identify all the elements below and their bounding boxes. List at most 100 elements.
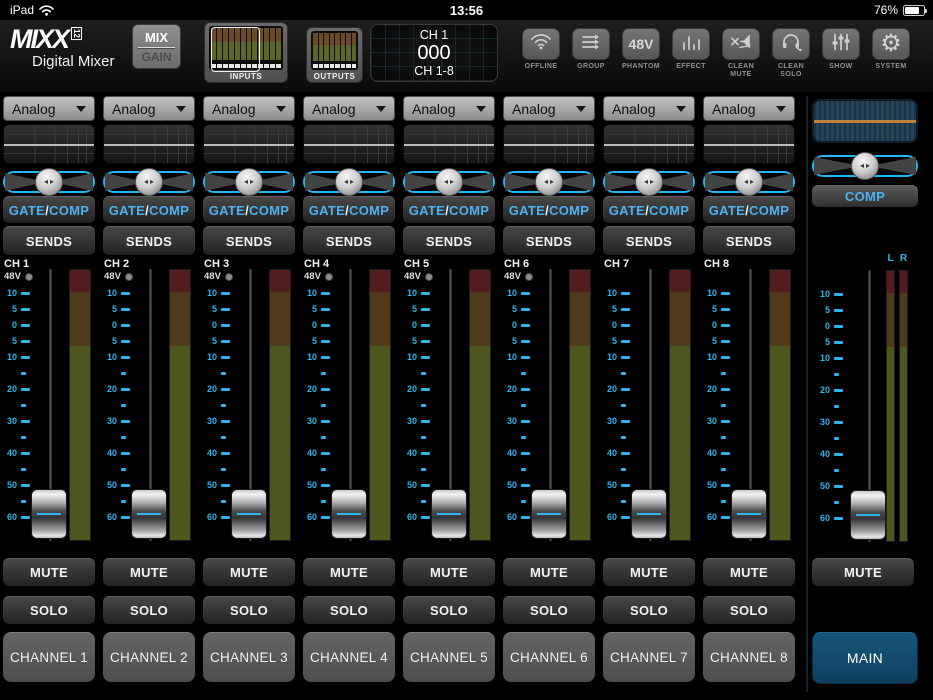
eq-curve-thumbnail[interactable] <box>3 124 95 164</box>
input-source-select[interactable]: Analog <box>103 96 195 121</box>
master-pan-knob[interactable]: ◂▸ <box>851 152 879 180</box>
main-select-button[interactable]: MAIN <box>812 632 918 684</box>
mute-button[interactable]: MUTE <box>3 558 95 586</box>
mute-button[interactable]: MUTE <box>403 558 495 586</box>
master-mute-button[interactable]: MUTE <box>812 558 914 586</box>
scale-tick: 0 <box>303 317 330 333</box>
pan-knob[interactable]: ◂▸ <box>35 168 63 196</box>
pan-control[interactable]: ◂▸ <box>503 171 595 193</box>
input-source-select[interactable]: Analog <box>703 96 795 121</box>
fader-handle[interactable] <box>631 489 667 539</box>
channel-select-button[interactable]: CHANNEL 4 <box>303 632 395 682</box>
fader-handle[interactable] <box>731 489 767 539</box>
mute-button[interactable]: MUTE <box>103 558 195 586</box>
fader-handle[interactable] <box>431 489 467 539</box>
solo-button[interactable]: SOLO <box>103 596 195 624</box>
mute-button[interactable]: MUTE <box>303 558 395 586</box>
pan-control[interactable]: ◂▸ <box>203 171 295 193</box>
inputs-overview-panel[interactable]: INPUTS <box>204 22 288 83</box>
fader-handle[interactable] <box>131 489 167 539</box>
pan-control[interactable]: ◂▸ <box>703 171 795 193</box>
channel-select-button[interactable]: CHANNEL 3 <box>203 632 295 682</box>
gate-comp-button[interactable]: GATE/COMP <box>103 196 195 223</box>
channel-select-button[interactable]: CHANNEL 6 <box>503 632 595 682</box>
gate-comp-button[interactable]: GATE/COMP <box>203 196 295 223</box>
input-source-select[interactable]: Analog <box>603 96 695 121</box>
pan-control[interactable]: ◂▸ <box>303 171 395 193</box>
gate-comp-button[interactable]: GATE/COMP <box>303 196 395 223</box>
mute-button[interactable]: MUTE <box>703 558 795 586</box>
pan-knob[interactable]: ◂▸ <box>635 168 663 196</box>
solo-button[interactable]: SOLO <box>403 596 495 624</box>
solo-button[interactable]: SOLO <box>703 596 795 624</box>
eq-curve-thumbnail[interactable] <box>203 124 295 164</box>
input-source-select[interactable]: Analog <box>203 96 295 121</box>
eq-curve-thumbnail[interactable] <box>303 124 395 164</box>
eq-curve-thumbnail[interactable] <box>403 124 495 164</box>
channel-select-button[interactable]: CHANNEL 7 <box>603 632 695 682</box>
group-button[interactable]: GROUP <box>572 28 610 79</box>
channel-select-button[interactable]: CHANNEL 5 <box>403 632 495 682</box>
sends-button[interactable]: SENDS <box>403 226 495 255</box>
pan-knob[interactable]: ◂▸ <box>535 168 563 196</box>
pan-knob[interactable]: ◂▸ <box>135 168 163 196</box>
effect-button[interactable]: EFFECT <box>672 28 710 79</box>
mute-button[interactable]: MUTE <box>603 558 695 586</box>
solo-button[interactable]: SOLO <box>603 596 695 624</box>
input-source-select[interactable]: Analog <box>3 96 95 121</box>
master-comp-button[interactable]: COMP <box>812 185 918 207</box>
sends-button[interactable]: SENDS <box>503 226 595 255</box>
sends-button[interactable]: SENDS <box>203 226 295 255</box>
show-button[interactable]: SHOW <box>822 28 860 79</box>
pan-knob[interactable]: ◂▸ <box>235 168 263 196</box>
gate-comp-button[interactable]: GATE/COMP <box>703 196 795 223</box>
input-source-select[interactable]: Analog <box>303 96 395 121</box>
pan-control[interactable]: ◂▸ <box>403 171 495 193</box>
channel-select-button[interactable]: CHANNEL 1 <box>3 632 95 682</box>
channel-select-button[interactable]: CHANNEL 8 <box>703 632 795 682</box>
eq-curve-thumbnail[interactable] <box>503 124 595 164</box>
pan-control[interactable]: ◂▸ <box>603 171 695 193</box>
pan-knob[interactable]: ◂▸ <box>335 168 363 196</box>
clean-mute-button[interactable]: CLEAN MUTE <box>722 28 760 79</box>
sends-button[interactable]: SENDS <box>103 226 195 255</box>
pan-knob[interactable]: ◂▸ <box>735 168 763 196</box>
mute-button[interactable]: MUTE <box>503 558 595 586</box>
gate-comp-button[interactable]: GATE/COMP <box>603 196 695 223</box>
input-source-select[interactable]: Analog <box>503 96 595 121</box>
solo-button[interactable]: SOLO <box>203 596 295 624</box>
fader-handle[interactable] <box>331 489 367 539</box>
chevron-down-icon <box>276 106 286 112</box>
system-button[interactable]: ⚙ SYSTEM <box>872 28 910 79</box>
graphic-eq-thumbnail[interactable] <box>812 99 918 143</box>
sends-button[interactable]: SENDS <box>303 226 395 255</box>
pan-knob[interactable]: ◂▸ <box>435 168 463 196</box>
gate-comp-button[interactable]: GATE/COMP <box>403 196 495 223</box>
gate-comp-button[interactable]: GATE/COMP <box>3 196 95 223</box>
mute-button[interactable]: MUTE <box>203 558 295 586</box>
gate-comp-button[interactable]: GATE/COMP <box>503 196 595 223</box>
outputs-overview-panel[interactable]: OUTPUTS <box>306 27 363 83</box>
master-pan-control[interactable]: ◂▸ <box>812 155 918 177</box>
solo-button[interactable]: SOLO <box>3 596 95 624</box>
sends-button[interactable]: SENDS <box>603 226 695 255</box>
fader-handle[interactable] <box>531 489 567 539</box>
fader-handle[interactable] <box>31 489 67 539</box>
input-source-select[interactable]: Analog <box>403 96 495 121</box>
pan-control[interactable]: ◂▸ <box>103 171 195 193</box>
offline-button[interactable]: OFFLINE <box>522 28 560 79</box>
eq-curve-thumbnail[interactable] <box>703 124 795 164</box>
mix-gain-toggle[interactable]: MIX GAIN <box>132 24 181 69</box>
fader-handle[interactable] <box>231 489 267 539</box>
master-fader-handle[interactable] <box>850 490 886 540</box>
clean-solo-button[interactable]: CLEAN SOLO <box>772 28 810 79</box>
solo-button[interactable]: SOLO <box>503 596 595 624</box>
sends-button[interactable]: SENDS <box>3 226 95 255</box>
sends-button[interactable]: SENDS <box>703 226 795 255</box>
phantom-button[interactable]: 48V PHANTOM <box>622 28 660 79</box>
pan-control[interactable]: ◂▸ <box>3 171 95 193</box>
eq-curve-thumbnail[interactable] <box>603 124 695 164</box>
channel-select-button[interactable]: CHANNEL 2 <box>103 632 195 682</box>
solo-button[interactable]: SOLO <box>303 596 395 624</box>
eq-curve-thumbnail[interactable] <box>103 124 195 164</box>
